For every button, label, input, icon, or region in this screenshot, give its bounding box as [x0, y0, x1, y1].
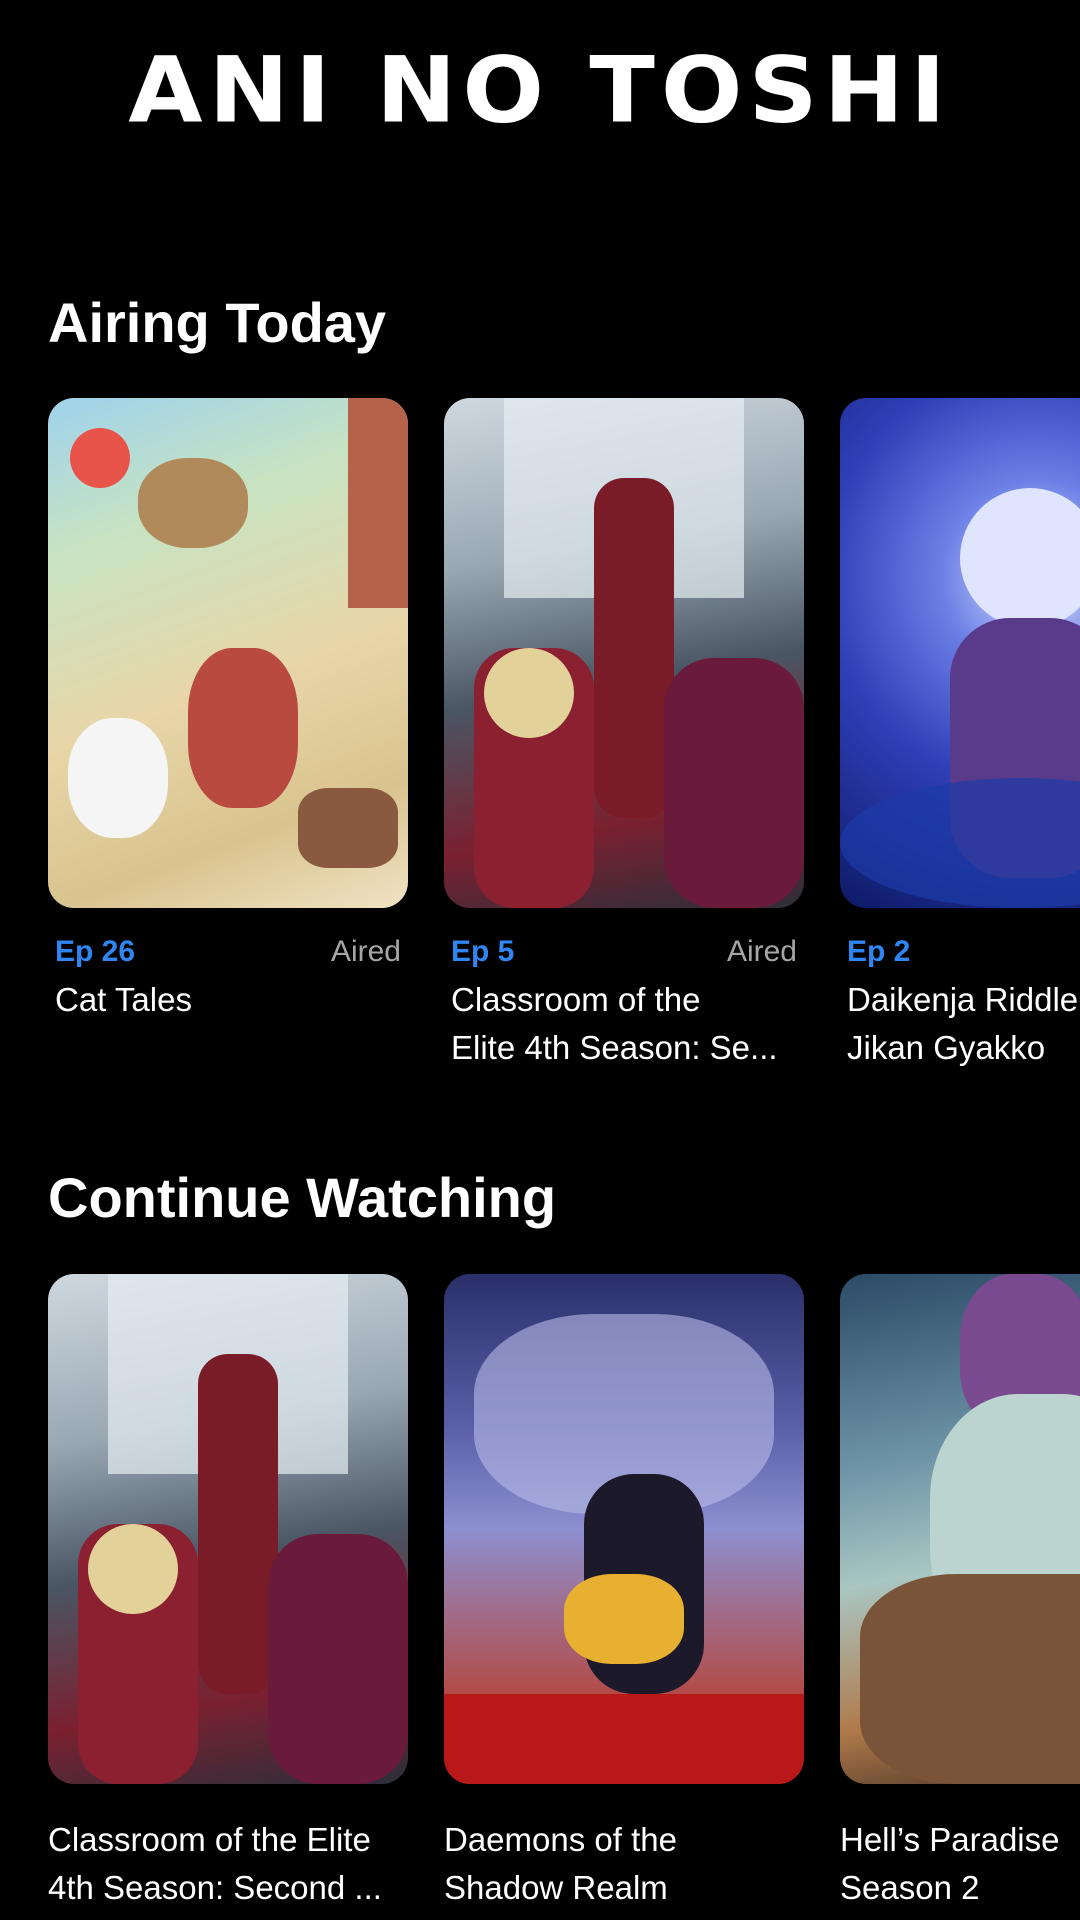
anime-title-line1: Daemons of the — [444, 1821, 677, 1858]
continue-card-classroom-elite[interactable]: Classroom of the Elite 4th Season: Secon… — [48, 1274, 408, 1920]
continue-card-hells-paradise[interactable]: Hell’s Paradise Season 2 — [840, 1274, 1080, 1920]
airing-card-classroom-elite[interactable]: Ep 5 Aired Classroom of the Elite 4th Se… — [444, 398, 804, 1072]
episode-meta: Ep 5 Aired — [444, 932, 804, 972]
poster-image[interactable] — [48, 1274, 408, 1784]
anime-title-line1: Classroom of the — [451, 981, 701, 1018]
anime-title-line2: Jikan Gyakko — [847, 1029, 1046, 1066]
poster-image[interactable] — [444, 398, 804, 908]
anime-title: Daemons of the Shadow Realm — [444, 1816, 804, 1912]
airing-card-cat-tales[interactable]: Ep 26 Aired Cat Tales — [48, 398, 408, 1072]
anime-title-line2: 4th Season: Second ... — [48, 1869, 382, 1906]
poster-image[interactable] — [444, 1274, 804, 1784]
airing-card-daikenja[interactable]: Ep 2 Daikenja Riddle Jikan Gyakko — [840, 398, 1080, 1072]
logo-text: ANI NO TOSHI — [128, 36, 952, 144]
episode-meta: Ep 2 — [840, 932, 1080, 972]
aired-status: Aired — [330, 935, 401, 968]
app-logo: ANI NO TOSHI — [0, 36, 1080, 144]
episode-number: Ep 5 — [451, 935, 515, 968]
poster-image[interactable] — [840, 1274, 1080, 1784]
anime-title-line1: Cat Tales — [55, 981, 192, 1018]
continue-card-daemons[interactable]: Daemons of the Shadow Realm — [444, 1274, 804, 1920]
anime-title-line2: Shadow Realm — [444, 1869, 668, 1906]
anime-title-line2: Elite 4th Season: Se... — [451, 1029, 778, 1066]
continue-watching-heading: Continue Watching — [48, 1166, 557, 1229]
anime-title: Daikenja Riddle Jikan Gyakko — [840, 976, 1080, 1072]
episode-meta: Ep 26 Aired — [48, 932, 408, 972]
poster-image[interactable] — [48, 398, 408, 908]
airing-today-row[interactable]: Ep 26 Aired Cat Tales Ep 5 Aired Classro… — [48, 398, 1080, 1072]
anime-title-line1: Classroom of the Elite — [48, 1821, 371, 1858]
anime-title: Hell’s Paradise Season 2 — [840, 1816, 1080, 1912]
anime-title-line1: Hell’s Paradise — [840, 1821, 1060, 1858]
airing-today-heading: Airing Today — [48, 291, 387, 354]
anime-title-line1: Daikenja Riddle — [847, 981, 1079, 1018]
poster-image[interactable] — [840, 398, 1080, 908]
episode-number: Ep 26 — [55, 935, 136, 968]
anime-title: Classroom of the Elite 4th Season: Se... — [444, 976, 804, 1072]
anime-title: Classroom of the Elite 4th Season: Secon… — [48, 1816, 408, 1912]
anime-title: Cat Tales — [48, 976, 408, 1024]
episode-number: Ep 2 — [847, 935, 911, 968]
anime-title-line2: Season 2 — [840, 1869, 980, 1906]
continue-watching-row[interactable]: Classroom of the Elite 4th Season: Secon… — [48, 1274, 1080, 1920]
app-root: ANI NO TOSHI Airing Today Ep 26 Aired Ca… — [0, 0, 1080, 1920]
aired-status: Aired — [726, 935, 797, 968]
